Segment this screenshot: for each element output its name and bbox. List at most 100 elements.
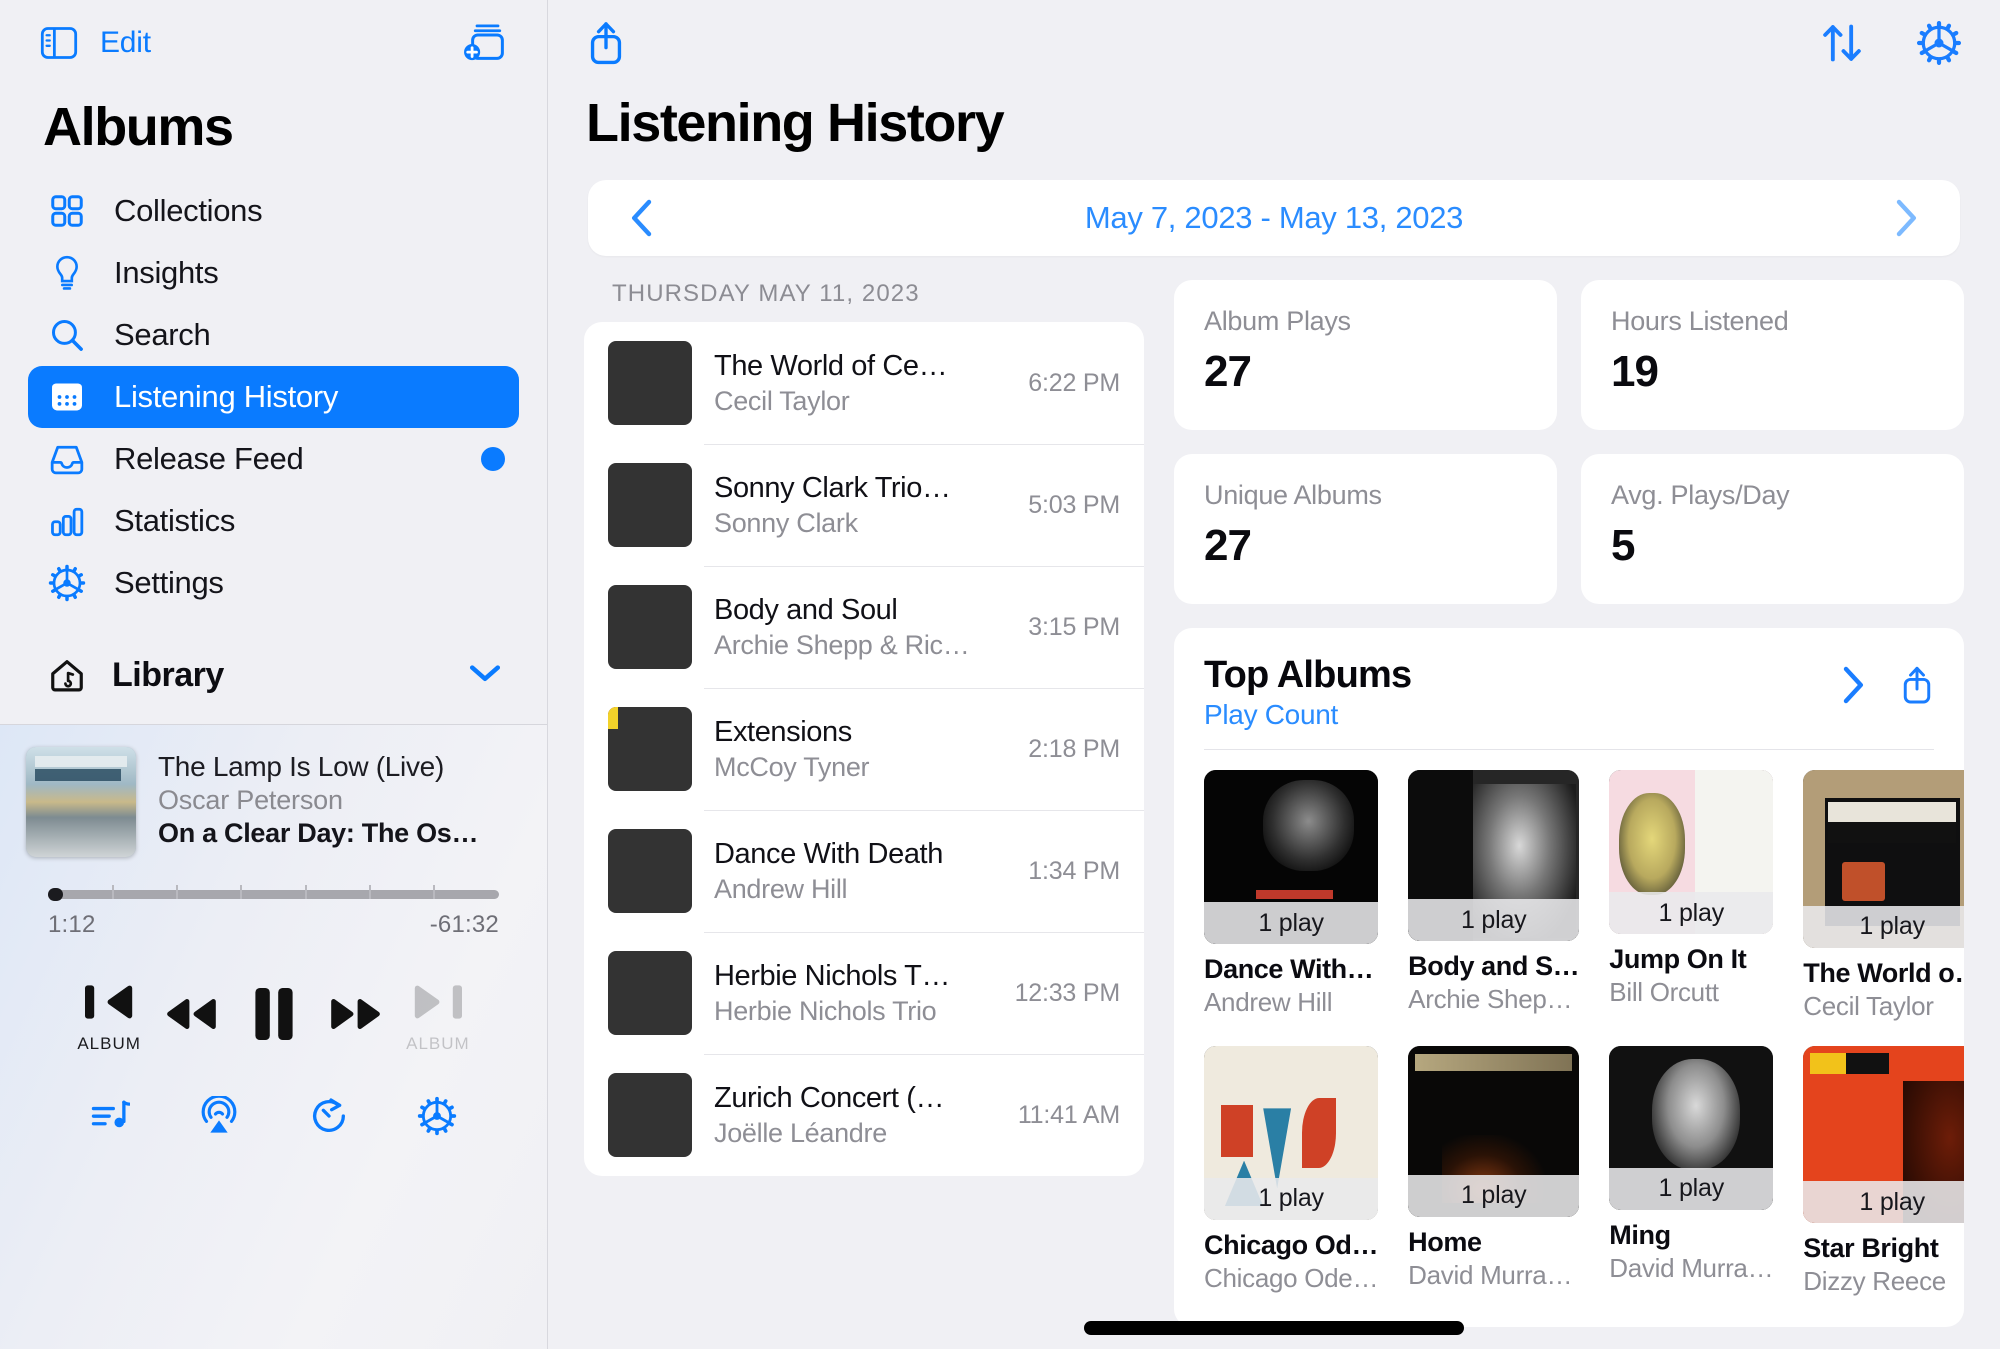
main-page-title: Listening History bbox=[586, 93, 1005, 153]
sidebar-item-settings[interactable]: Settings bbox=[28, 552, 519, 614]
airplay-icon[interactable] bbox=[198, 1096, 240, 1136]
chevron-right-icon[interactable] bbox=[1886, 198, 1926, 238]
magnifier-icon bbox=[46, 314, 88, 356]
rewind-button[interactable] bbox=[150, 993, 232, 1040]
gear-icon[interactable] bbox=[1916, 20, 1962, 66]
home-indicator bbox=[1084, 1321, 1464, 1335]
date-range-selector: May 7, 2023 - May 13, 2023 bbox=[588, 180, 1960, 256]
skip-back-icon bbox=[81, 979, 137, 1030]
skip-forward-icon bbox=[410, 979, 466, 1030]
play-count-badge: 1 play bbox=[1204, 902, 1379, 945]
now-playing-panel: The Lamp Is Low (Live) Oscar Peterson On… bbox=[0, 725, 547, 1349]
history-day-label: THURSDAY MAY 11, 2023 bbox=[612, 280, 920, 307]
chevron-left-icon[interactable] bbox=[622, 198, 662, 238]
share-icon[interactable] bbox=[1900, 664, 1934, 706]
stat-card-avg-plays-per-day: Avg. Plays/Day 5 bbox=[1581, 454, 1964, 604]
main-content: Listening History May 7, 2023 - May 13, … bbox=[548, 0, 2000, 1349]
now-playing-album: On a Clear Day: The Os… bbox=[158, 818, 479, 848]
gear-icon[interactable] bbox=[417, 1096, 457, 1136]
album-title: Star Bright bbox=[1803, 1233, 1939, 1264]
table-row[interactable]: Sonny Clark Trio… Sonny Clark 5:03 PM bbox=[584, 444, 1144, 566]
history-text: Extensions McCoy Tyner bbox=[714, 716, 1006, 783]
sleep-timer-icon[interactable] bbox=[309, 1096, 349, 1136]
table-row[interactable]: The World of Ce… Cecil Taylor 6:22 PM bbox=[584, 322, 1144, 444]
bar-chart-icon bbox=[46, 500, 88, 542]
now-playing-track: The Lamp Is Low (Live) bbox=[158, 751, 444, 782]
new-collection-icon[interactable] bbox=[461, 22, 507, 64]
remaining-time: -61:32 bbox=[429, 911, 499, 938]
sidebar-item-library[interactable]: Library bbox=[0, 640, 547, 710]
album-artist: McCoy Tyner bbox=[714, 751, 870, 782]
sidebar-item-listening-history[interactable]: Listening History bbox=[28, 366, 519, 428]
pause-icon bbox=[251, 985, 297, 1048]
share-icon[interactable] bbox=[586, 20, 626, 66]
sidebar-item-search[interactable]: Search bbox=[28, 304, 519, 366]
album-cell[interactable]: 1 play Chicago Od… Chicago Ode… bbox=[1204, 1045, 1379, 1298]
album-cell[interactable]: 1 play The World o… Cecil Taylor bbox=[1803, 770, 1964, 1022]
sidebar-item-collections[interactable]: Collections bbox=[28, 180, 519, 242]
playback-scrubber[interactable] bbox=[26, 885, 521, 901]
player-tab-bar bbox=[26, 1054, 521, 1136]
chevron-down-icon[interactable] bbox=[469, 663, 501, 688]
play-count-badge: 1 play bbox=[1408, 899, 1580, 942]
panel-title: Top Albums bbox=[1204, 654, 1412, 696]
now-playing-meta: The Lamp Is Low (Live) Oscar Peterson On… bbox=[158, 747, 478, 849]
edit-button[interactable]: Edit bbox=[100, 26, 151, 60]
chevron-right-icon[interactable] bbox=[1840, 665, 1866, 705]
table-row[interactable]: Body and Soul Archie Shepp & Ric… 3:15 P… bbox=[584, 566, 1144, 688]
scrubber-knob[interactable] bbox=[48, 888, 63, 901]
top-albums-panel: Top Albums Play Count 1 play Dance With…… bbox=[1174, 628, 1964, 1328]
album-title: Home bbox=[1408, 1226, 1482, 1257]
sort-arrows-icon[interactable] bbox=[1820, 21, 1864, 65]
album-artist: Andrew Hill bbox=[714, 873, 848, 904]
history-text: Dance With Death Andrew Hill bbox=[714, 838, 1006, 905]
album-artist: Herbie Nichols Trio bbox=[714, 995, 937, 1026]
sidebar-item-statistics[interactable]: Statistics bbox=[28, 490, 519, 552]
elapsed-time: 1:12 bbox=[48, 911, 96, 938]
previous-album-button[interactable]: ALBUM bbox=[68, 979, 150, 1054]
sidebar-nav: Collections Insights Search Listening Hi… bbox=[0, 180, 547, 614]
pause-button[interactable] bbox=[232, 985, 314, 1048]
album-title: The World of Ce… bbox=[714, 349, 948, 382]
album-title: Sonny Clark Trio… bbox=[714, 471, 951, 504]
album-artwork: 1 play bbox=[1803, 1045, 1964, 1224]
sidebar-item-release-feed[interactable]: Release Feed bbox=[28, 428, 519, 490]
play-time: 5:03 PM bbox=[1028, 490, 1120, 519]
previous-album-label: ALBUM bbox=[77, 1034, 141, 1053]
calendar-icon bbox=[46, 376, 88, 418]
gear-icon bbox=[46, 562, 88, 604]
table-row[interactable]: Extensions McCoy Tyner 2:18 PM bbox=[584, 688, 1144, 810]
album-cell[interactable]: 1 play Jump On It Bill Orcutt bbox=[1609, 770, 1774, 1022]
sidebar-item-label: Search bbox=[114, 317, 211, 352]
album-artwork: 1 play bbox=[1204, 1045, 1379, 1220]
album-cell[interactable]: 1 play Home David Murra… bbox=[1408, 1045, 1580, 1298]
fast-forward-button[interactable] bbox=[315, 993, 397, 1040]
sidebar-toggle-icon[interactable] bbox=[40, 26, 78, 60]
top-albums-grid: 1 play Dance With… Andrew Hill 1 play Bo… bbox=[1204, 770, 1964, 1298]
queue-music-icon[interactable] bbox=[90, 1097, 131, 1135]
table-row[interactable]: Herbie Nichols T… Herbie Nichols Trio 12… bbox=[584, 932, 1144, 1054]
date-range-label[interactable]: May 7, 2023 - May 13, 2023 bbox=[662, 200, 1886, 236]
panel-subtitle[interactable]: Play Count bbox=[1204, 699, 1411, 731]
album-cell[interactable]: 1 play Star Bright Dizzy Reece bbox=[1803, 1045, 1964, 1298]
top-albums-titles: Top Albums Play Count bbox=[1204, 654, 1412, 731]
play-time: 2:18 PM bbox=[1028, 734, 1120, 763]
play-count-badge: 1 play bbox=[1408, 1174, 1580, 1217]
album-cell[interactable]: 1 play Dance With… Andrew Hill bbox=[1204, 770, 1379, 1022]
album-cell[interactable]: 1 play Ming David Murra… bbox=[1609, 1045, 1774, 1298]
now-playing-artwork[interactable] bbox=[26, 747, 136, 857]
next-album-button[interactable]: ALBUM bbox=[397, 979, 479, 1054]
unread-badge-dot bbox=[481, 447, 505, 471]
stat-value: 19 bbox=[1611, 347, 1659, 396]
content-area: THURSDAY MAY 11, 2023 The World of Ce… C… bbox=[548, 256, 2000, 1349]
album-title: Body and Soul bbox=[714, 593, 898, 626]
sidebar-item-insights[interactable]: Insights bbox=[28, 242, 519, 304]
sidebar-item-label: Settings bbox=[114, 565, 224, 600]
table-row[interactable]: Dance With Death Andrew Hill 1:34 PM bbox=[584, 810, 1144, 932]
album-title: The World o… bbox=[1803, 957, 1964, 988]
table-row[interactable]: Zurich Concert (… Joëlle Léandre 11:41 A… bbox=[584, 1054, 1144, 1176]
stats-column: Album Plays 27 Hours Listened 19 Unique … bbox=[1174, 256, 1964, 1349]
sidebar-item-label: Statistics bbox=[114, 503, 236, 538]
album-cell[interactable]: 1 play Body and S… Archie Shep… bbox=[1408, 770, 1580, 1022]
album-title: Herbie Nichols T… bbox=[714, 959, 951, 992]
